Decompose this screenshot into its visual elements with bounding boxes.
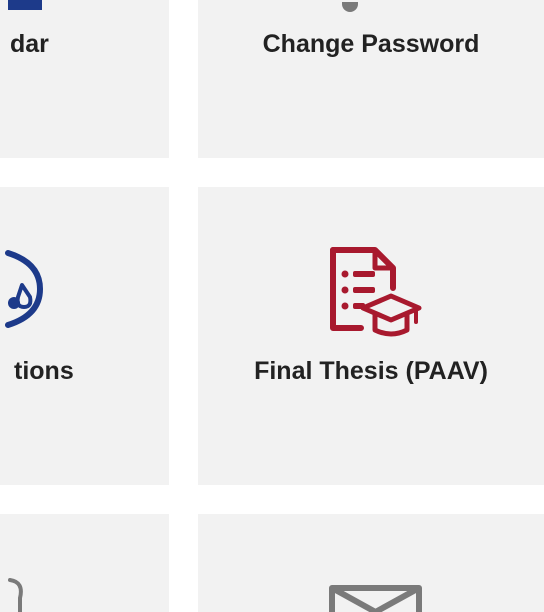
dashboard-grid: dar Change Password tions Final Thesis (… bbox=[0, 0, 544, 612]
tile-bottom-left[interactable] bbox=[0, 514, 169, 612]
tile-label-calendar: dar bbox=[10, 30, 49, 58]
tile-calendar[interactable]: dar bbox=[0, 0, 169, 158]
tile-change-password[interactable]: Change Password bbox=[198, 0, 544, 158]
partial-icon bbox=[8, 578, 23, 612]
calendar-icon bbox=[8, 0, 42, 10]
tile-final-thesis[interactable]: Final Thesis (PAAV) bbox=[198, 187, 544, 485]
envelope-icon bbox=[329, 585, 422, 612]
tile-label-change-password: Change Password bbox=[262, 30, 480, 58]
tile-label-final-thesis: Final Thesis (PAAV) bbox=[254, 357, 488, 385]
tile-label-notifications: tions bbox=[14, 357, 74, 385]
document-graduation-cap-icon bbox=[330, 247, 422, 337]
settings-icon bbox=[5, 250, 44, 328]
key-icon bbox=[342, 2, 358, 12]
tile-notifications[interactable]: tions bbox=[0, 187, 169, 485]
tile-messages[interactable] bbox=[198, 514, 544, 612]
